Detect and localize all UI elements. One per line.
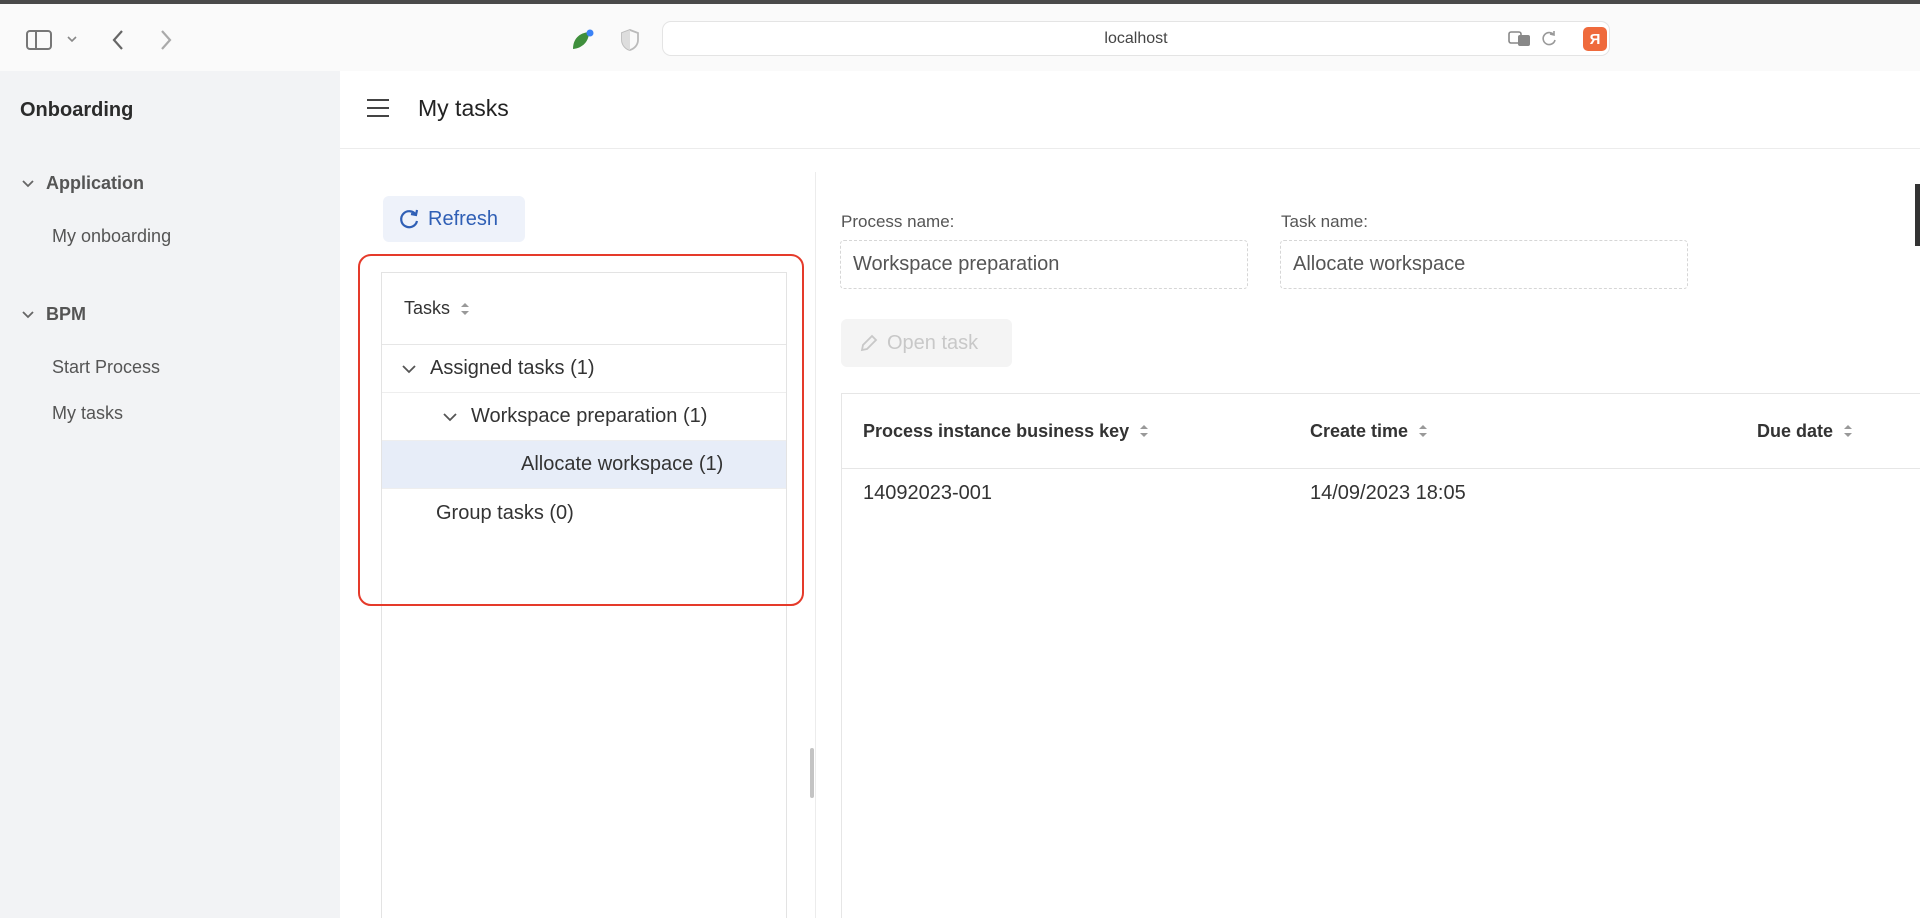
app-title: Onboarding (20, 99, 134, 121)
pencil-icon (860, 334, 878, 352)
reload-icon[interactable] (1538, 28, 1560, 50)
yandex-extension-icon[interactable]: Я (1583, 27, 1607, 51)
refresh-button[interactable]: Refresh (383, 196, 525, 242)
sidebar-group-label: Application (46, 173, 144, 193)
tree-node-label: Workspace preparation (1) (471, 405, 708, 427)
tasks-column-label: Tasks (404, 298, 451, 318)
tree-node-allocate-workspace[interactable]: Allocate workspace (1) (382, 441, 786, 489)
shield-icon[interactable] (618, 27, 642, 53)
tree-node-group-tasks[interactable]: Group tasks (0) (382, 489, 786, 537)
sort-icon[interactable] (1139, 424, 1149, 438)
back-icon[interactable] (106, 26, 130, 54)
cell-business-key: 14092023-001 (863, 481, 993, 504)
process-name-label: Process name: (841, 212, 955, 231)
sidebar-group-application[interactable]: Application (20, 173, 144, 194)
address-bar[interactable]: localhost (662, 21, 1610, 56)
task-name-field: Allocate workspace (1280, 240, 1688, 289)
page-title: My tasks (418, 95, 509, 121)
tree-node-assigned-tasks[interactable]: Assigned tasks (1) (382, 345, 786, 393)
sidebar-toggle-icon[interactable] (24, 25, 54, 55)
sort-icon[interactable] (1418, 424, 1428, 438)
page-header: My tasks (340, 71, 1920, 149)
translate-icon[interactable] (1506, 27, 1534, 51)
refresh-icon (400, 209, 419, 229)
tasks-tree-panel: Tasks Assigned tasks (1) Workspace prepa… (381, 272, 787, 918)
sidebar-group-label: BPM (46, 304, 86, 324)
sidebar: Onboarding Application My onboarding BPM… (0, 71, 340, 918)
sort-icon[interactable] (1843, 424, 1853, 438)
tree-node-label: Assigned tasks (1) (430, 357, 595, 379)
extension-leaf-icon[interactable] (568, 26, 596, 54)
cell-create-time: 14/09/2023 18:05 (1310, 481, 1466, 504)
chevron-down-icon (22, 179, 34, 187)
column-header-label: Create time (1310, 420, 1409, 441)
open-task-button-label: Open task (887, 331, 979, 354)
sidebar-group-bpm[interactable]: BPM (20, 304, 86, 325)
sidebar-item-start-process[interactable]: Start Process (52, 357, 160, 378)
process-name-field: Workspace preparation (840, 240, 1248, 289)
chevron-down-icon[interactable] (400, 360, 418, 378)
column-header-create-time[interactable]: Create time (1310, 394, 1428, 468)
column-header-label: Due date (1757, 420, 1834, 441)
column-header-business-key[interactable]: Process instance business key (863, 394, 1149, 468)
forward-icon[interactable] (154, 26, 178, 54)
sidebar-item-my-onboarding[interactable]: My onboarding (52, 226, 171, 247)
column-header-due-date[interactable]: Due date (1757, 394, 1853, 468)
sort-icon[interactable] (460, 302, 470, 316)
chevron-down-icon (22, 310, 34, 318)
task-name-label: Task name: (1281, 212, 1368, 231)
column-header-label: Process instance business key (863, 420, 1130, 441)
tree-node-label: Allocate workspace (1) (521, 453, 724, 475)
tree-node-label: Group tasks (0) (436, 501, 574, 524)
tree-node-workspace-preparation[interactable]: Workspace preparation (1) (382, 393, 786, 441)
chevron-down-icon[interactable] (441, 408, 459, 426)
tasks-table: Process instance business key Create tim… (841, 393, 1920, 918)
panel-divider (815, 172, 816, 918)
menu-icon[interactable] (367, 99, 389, 117)
address-url: localhost (1104, 29, 1168, 47)
open-task-button[interactable]: Open task (841, 319, 1012, 367)
edge-scroll-indicator (1915, 184, 1920, 246)
refresh-button-label: Refresh (428, 207, 499, 230)
split-resize-handle[interactable] (810, 748, 814, 798)
sidebar-item-my-tasks[interactable]: My tasks (52, 403, 123, 424)
tasks-column-header[interactable]: Tasks (382, 273, 786, 345)
chevron-down-icon[interactable] (64, 31, 80, 47)
